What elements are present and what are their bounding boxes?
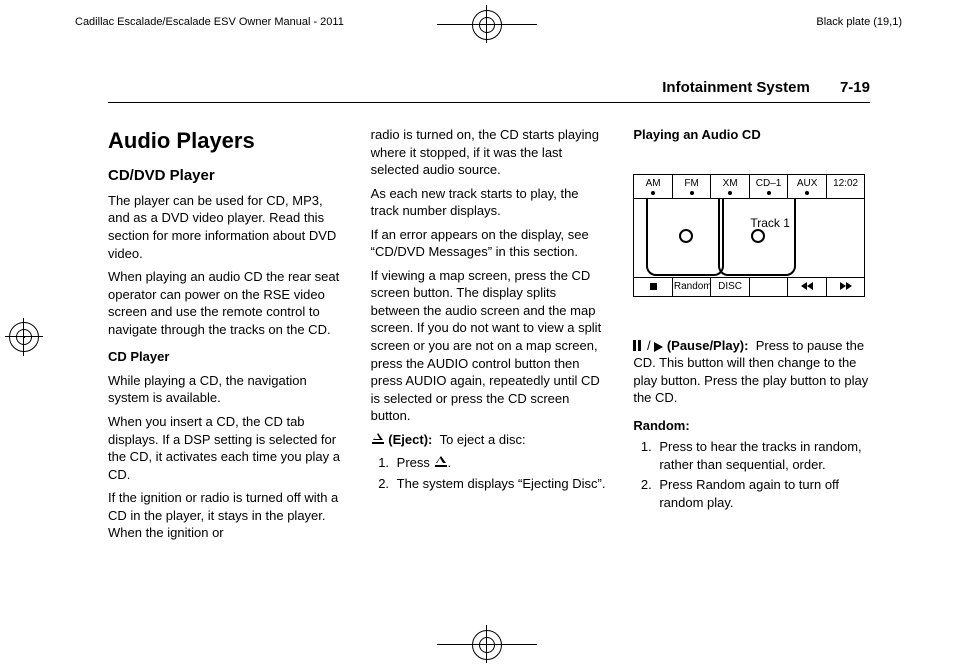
h2-cd-dvd-player: CD/DVD Player [108,166,345,186]
random-soft-key: Random [672,278,711,296]
tab-xm: XM [710,175,749,198]
radio-display-illustration: AM FM XM CD–1 AUX 12:02 Track 1 Random D… [633,174,865,297]
manual-page: Cadillac Escalade/Escalade ESV Owner Man… [0,0,954,668]
body-text: If the ignition or radio is turned off w… [108,489,345,542]
plate-label: Black plate (19,1) [816,15,902,30]
list-item: Press Random again to turn off random pl… [655,476,870,511]
stop-soft-key [634,278,672,296]
label: (Eject): [388,432,432,447]
tab-aux: AUX [787,175,826,198]
section-title: Infotainment System [662,79,810,96]
fast-forward-soft-key [826,278,865,296]
rewind-soft-key [787,278,826,296]
body-text: The player can be used for CD, MP3, and … [108,192,345,262]
tab-am: AM [634,175,672,198]
pause-play-line: / (Pause/Play): Press to pause the CD. T… [633,337,870,407]
pause-icon [638,340,641,351]
body-text: If an error appears on the display, see … [371,226,608,261]
content-columns: Audio Players CD/DVD Player The player c… [108,118,870,548]
cd-graphic-left [646,198,724,276]
crop-mark-left [4,317,44,357]
clock: 12:02 [826,175,865,198]
label: (Pause/Play): [667,338,749,353]
stop-icon [650,283,657,290]
body-text: When playing an audio CD the rear seat o… [108,268,345,338]
column-3: Playing an Audio CD AM FM XM CD–1 AUX 12… [633,118,870,548]
play-icon [654,342,663,352]
subhead-cd-player: CD Player [108,348,345,366]
column-1: Audio Players CD/DVD Player The player c… [108,118,345,548]
crop-mark-bottom [437,624,537,664]
h1-audio-players: Audio Players [108,126,345,156]
eject-icon [371,433,385,445]
print-header: Cadillac Escalade/Escalade ESV Owner Man… [75,15,902,30]
list-item: Press . [393,454,608,472]
body-text: As each new track starts to play, the tr… [371,185,608,220]
list-item: Press to hear the tracks in random, rath… [655,438,870,473]
text: To eject a disc: [440,432,526,447]
eject-icon [434,456,448,468]
tab-fm: FM [672,175,711,198]
body-text: While playing a CD, the navigation syste… [108,372,345,407]
display-top-row: AM FM XM CD–1 AUX 12:02 [634,175,864,199]
display-middle: Track 1 [634,199,864,278]
display-bottom-row: Random DISC [634,278,864,296]
eject-steps: Press . The system displays “Ejecting Di… [371,454,608,492]
tab-cd1: CD–1 [749,175,788,198]
list-item: The system displays “Ejecting Disc”. [393,475,608,493]
running-head: Infotainment System 7-19 [108,78,870,103]
body-text: When you insert a CD, the CD tab display… [108,413,345,483]
subhead-playing-audio-cd: Playing an Audio CD [633,126,870,144]
column-2: radio is turned on, the CD starts playin… [371,118,608,548]
section-page-number: 7-19 [840,79,870,96]
eject-line: (Eject): To eject a disc: [371,431,608,449]
body-text: radio is turned on, the CD starts playin… [371,126,608,179]
empty-soft-key [749,278,788,296]
manual-title: Cadillac Escalade/Escalade ESV Owner Man… [75,15,344,30]
disc-soft-key: DISC [710,278,749,296]
cd-graphic-right [718,198,796,276]
pause-icon [633,340,636,351]
track-label: Track 1 [750,217,790,229]
body-text: If viewing a map screen, press the CD sc… [371,267,608,425]
random-steps: Press to hear the tracks in random, rath… [633,438,870,511]
random-heading: Random: [633,417,870,435]
